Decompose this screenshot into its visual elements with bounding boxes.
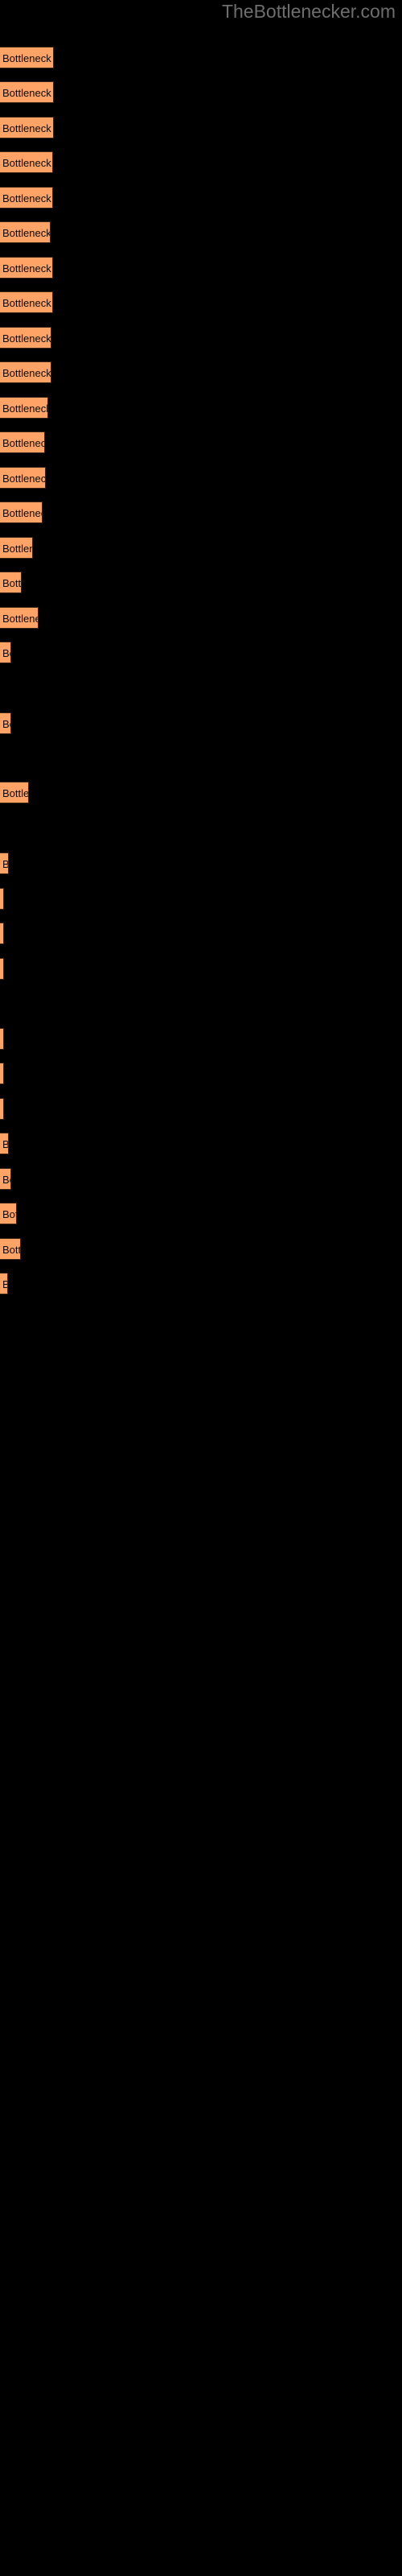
bar-label: Bottleneck result	[2, 1274, 7, 1294]
bar-14[interactable]: Bottleneck result	[0, 502, 43, 523]
bar-label: Bottleneck result	[2, 1138, 9, 1150]
bar-10[interactable]: Bottleneck result	[0, 361, 51, 383]
bar-1[interactable]: Bottleneck result	[0, 47, 54, 68]
bar-label: Bottleneck result	[2, 718, 10, 730]
bar-30[interactable]: Bottleneck result	[0, 1203, 17, 1224]
bar-4[interactable]: Bottleneck result	[0, 151, 53, 173]
bar-32[interactable]: Bottleneck result	[0, 1273, 8, 1294]
bar-label: Bottleneck result	[2, 262, 52, 275]
bar-label: Bottleneck result	[2, 858, 9, 870]
bar-label: Bottleneck result	[2, 1063, 3, 1084]
bar-label: Bottleneck result	[2, 577, 22, 589]
bar-21[interactable]: Bottleneck result	[0, 852, 9, 874]
bar-29[interactable]: Bottleneck result	[0, 1168, 11, 1190]
bar-label: Bottleneck result	[2, 402, 48, 415]
bar-22[interactable]: Bottleneck result	[0, 888, 4, 910]
bar-label: Bottleneck result	[2, 332, 51, 345]
bar-label: Bottleneck result	[2, 647, 10, 659]
bar-label: Bottleneck result	[2, 959, 3, 979]
bottleneck-bar-chart: TheBottlenecker.com Bottleneck result Bot…	[0, 0, 402, 2576]
bar-label: Bottleneck result	[2, 1029, 3, 1049]
bar-26[interactable]: Bottleneck result	[0, 1063, 4, 1084]
bar-label: Bottleneck result	[2, 507, 42, 519]
bar-6[interactable]: Bottleneck result	[0, 221, 51, 243]
site-watermark: TheBottlenecker.com	[221, 1, 396, 22]
bar-31[interactable]: Bottleneck result	[0, 1238, 21, 1260]
bar-16[interactable]: Bottleneck result	[0, 572, 22, 593]
bar-12[interactable]: Bottleneck result	[0, 431, 45, 453]
bar-19[interactable]: Bottleneck result	[0, 712, 11, 734]
bar-11[interactable]: Bottleneck result	[0, 397, 48, 419]
bar-label: Bottleneck result	[2, 192, 52, 204]
bar-2[interactable]: Bottleneck result	[0, 81, 54, 103]
bar-label: Bottleneck result	[2, 1174, 10, 1186]
bar-9[interactable]: Bottleneck result	[0, 327, 51, 349]
bar-label: Bottleneck result	[2, 437, 44, 449]
bar-label: Bottleneck result	[2, 543, 32, 555]
bar-label: Bottleneck result	[2, 297, 52, 309]
bar-8[interactable]: Bottleneck result	[0, 291, 53, 313]
bar-label: Bottleneck result	[2, 1208, 16, 1220]
bar-23[interactable]: Bottleneck result	[0, 923, 4, 944]
bar-label: Bottleneck result	[2, 122, 53, 134]
bar-label: Bottleneck result	[2, 473, 46, 485]
bar-28[interactable]: Bottleneck result	[0, 1133, 9, 1154]
bar-label: Bottleneck result	[2, 52, 53, 64]
bar-13[interactable]: Bottleneck result	[0, 467, 46, 489]
bar-15[interactable]: Bottleneck result	[0, 537, 33, 559]
bar-label: Bottleneck result	[2, 787, 29, 799]
bar-label: Bottleneck result	[2, 227, 51, 239]
bar-24[interactable]: Bottleneck result	[0, 958, 4, 980]
bar-18[interactable]: Bottleneck result	[0, 642, 11, 663]
bar-label: Bottleneck result	[2, 613, 38, 625]
bar-label: Bottleneck result	[2, 923, 3, 943]
bar-label: Bottleneck result	[2, 87, 53, 99]
bar-label: Bottleneck result	[2, 889, 3, 909]
bar-label: Bottleneck result	[2, 1244, 21, 1256]
bar-label: Bottleneck result	[2, 157, 52, 169]
bar-label: Bottleneck result	[2, 367, 51, 379]
bar-27[interactable]: Bottleneck result	[0, 1098, 4, 1120]
bar-5[interactable]: Bottleneck result	[0, 187, 53, 208]
bar-label: Bottleneck result	[2, 1099, 3, 1119]
bar-20[interactable]: Bottleneck result	[0, 782, 29, 803]
bar-25[interactable]: Bottleneck result	[0, 1028, 4, 1050]
bar-3[interactable]: Bottleneck result	[0, 117, 54, 138]
bar-17[interactable]: Bottleneck result	[0, 607, 39, 629]
bar-7[interactable]: Bottleneck result	[0, 257, 53, 279]
